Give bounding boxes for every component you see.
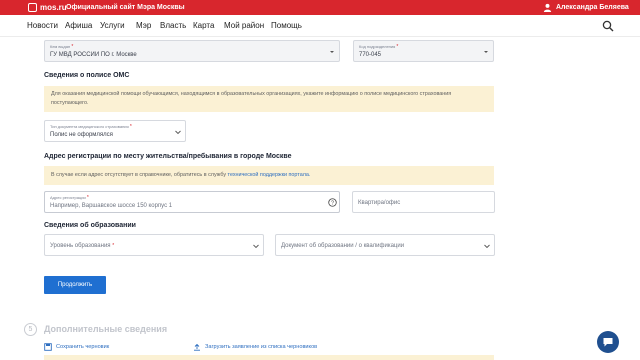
required-mark: *: [71, 44, 74, 50]
continue-button[interactable]: Продолжить: [44, 276, 106, 294]
chevron-down-icon[interactable]: [483, 242, 491, 250]
site-slogan: Официальный сайт Мэра Москвы: [66, 4, 185, 11]
medical-doc-type-select[interactable]: Тип документа медицинского страхования *…: [44, 120, 186, 142]
apartment-placeholder: Квартира/офис: [358, 200, 401, 206]
chevron-down-icon[interactable]: [252, 242, 260, 250]
address-notice-text: В случае если адрес отсутствует в справо…: [51, 172, 227, 178]
nav-item-mayor[interactable]: Мэр: [136, 20, 151, 32]
oms-section-title: Сведения о полисе ОМС: [44, 72, 130, 79]
department-code-label: Код подразделения *: [359, 44, 398, 50]
step-title: Дополнительные сведения: [44, 324, 168, 334]
oms-notice: Для оказания медицинской помощи обучающи…: [44, 86, 494, 112]
required-mark: *: [396, 44, 399, 50]
medical-doc-type-label-text: Тип документа медицинского страхования: [50, 124, 129, 129]
address-notice: В случае если адрес отсутствует в справо…: [44, 166, 494, 185]
chevron-down-icon[interactable]: [482, 48, 490, 56]
step-number: 5: [24, 323, 37, 336]
nav-item-help[interactable]: Помощь: [271, 20, 302, 32]
registration-address-placeholder: Например, Варшавское шоссе 150 корпус 1: [50, 203, 173, 209]
bottom-notice-strip: [44, 355, 494, 360]
chevron-down-icon[interactable]: [174, 128, 182, 136]
nav-item-my-district[interactable]: Мой район: [224, 20, 264, 32]
oms-notice-text: Для оказания медицинской помощи обучающи…: [51, 91, 452, 106]
department-code-field[interactable]: Код подразделения * 770-045: [353, 40, 494, 62]
help-icon[interactable]: ?: [328, 198, 337, 207]
education-section-title: Сведения об образовании: [44, 222, 136, 229]
medical-doc-type-label: Тип документа медицинского страхования *: [50, 124, 132, 130]
chat-icon: [603, 338, 613, 347]
user-icon[interactable]: [543, 3, 552, 12]
chat-button[interactable]: [597, 331, 619, 353]
svg-text:?: ?: [331, 200, 334, 206]
education-level-placeholder-text: Уровень образования: [50, 243, 111, 249]
top-bar: mos.ru Официальный сайт Мэра Москвы Алек…: [0, 0, 640, 15]
main-nav: Новости Афиша Услуги Мэр Власть Карта Мо…: [0, 15, 640, 37]
load-draft-link[interactable]: Загрузить заявление из списка черновиков: [205, 343, 317, 351]
user-name[interactable]: Александра Беляева: [556, 2, 629, 13]
education-level-select[interactable]: Уровень образования *: [44, 234, 264, 256]
department-code-label-text: Код подразделения: [359, 44, 396, 49]
issuer-label: Кем выдан *: [50, 44, 73, 50]
upload-icon[interactable]: [193, 343, 201, 351]
nav-item-afisha[interactable]: Афиша: [65, 20, 92, 32]
department-code-value: 770-045: [359, 52, 382, 58]
save-draft-link[interactable]: Сохранить черновик: [56, 343, 109, 351]
issuer-value: ГУ МВД РОССИИ ПО г. Москве: [50, 52, 137, 58]
issuer-label-text: Кем выдан: [50, 44, 71, 49]
required-mark: *: [86, 195, 89, 201]
support-link[interactable]: технической поддержки портала.: [228, 172, 311, 178]
site-name[interactable]: mos.ru: [40, 2, 67, 13]
search-icon[interactable]: [602, 20, 614, 32]
required-mark: *: [129, 124, 132, 130]
issuer-field[interactable]: Кем выдан * ГУ МВД РОССИИ ПО г. Москве: [44, 40, 340, 62]
nav-item-government[interactable]: Власть: [160, 20, 186, 32]
registration-address-label: Адрес регистрации *: [50, 195, 89, 201]
nav-item-map[interactable]: Карта: [193, 20, 214, 32]
address-section-title: Адрес регистрации по месту жительства/пр…: [44, 153, 292, 160]
medical-doc-type-value: Полис не оформлялся: [50, 132, 113, 138]
registration-address-input[interactable]: Адрес регистрации * Например, Варшавское…: [44, 191, 340, 213]
registration-address-label-text: Адрес регистрации: [50, 195, 86, 200]
education-document-select[interactable]: Документ об образовании / о квалификации: [275, 234, 495, 256]
save-icon[interactable]: [44, 343, 52, 351]
chevron-down-icon[interactable]: [328, 48, 336, 56]
education-level-placeholder: Уровень образования *: [50, 242, 114, 250]
nav-item-news[interactable]: Новости: [27, 20, 58, 32]
education-document-placeholder: Документ об образовании / о квалификации: [281, 243, 405, 249]
apartment-input[interactable]: Квартира/офис: [352, 191, 495, 213]
nav-item-services[interactable]: Услуги: [100, 20, 125, 32]
mos-logo-icon[interactable]: [28, 3, 37, 12]
required-mark: *: [112, 243, 115, 249]
